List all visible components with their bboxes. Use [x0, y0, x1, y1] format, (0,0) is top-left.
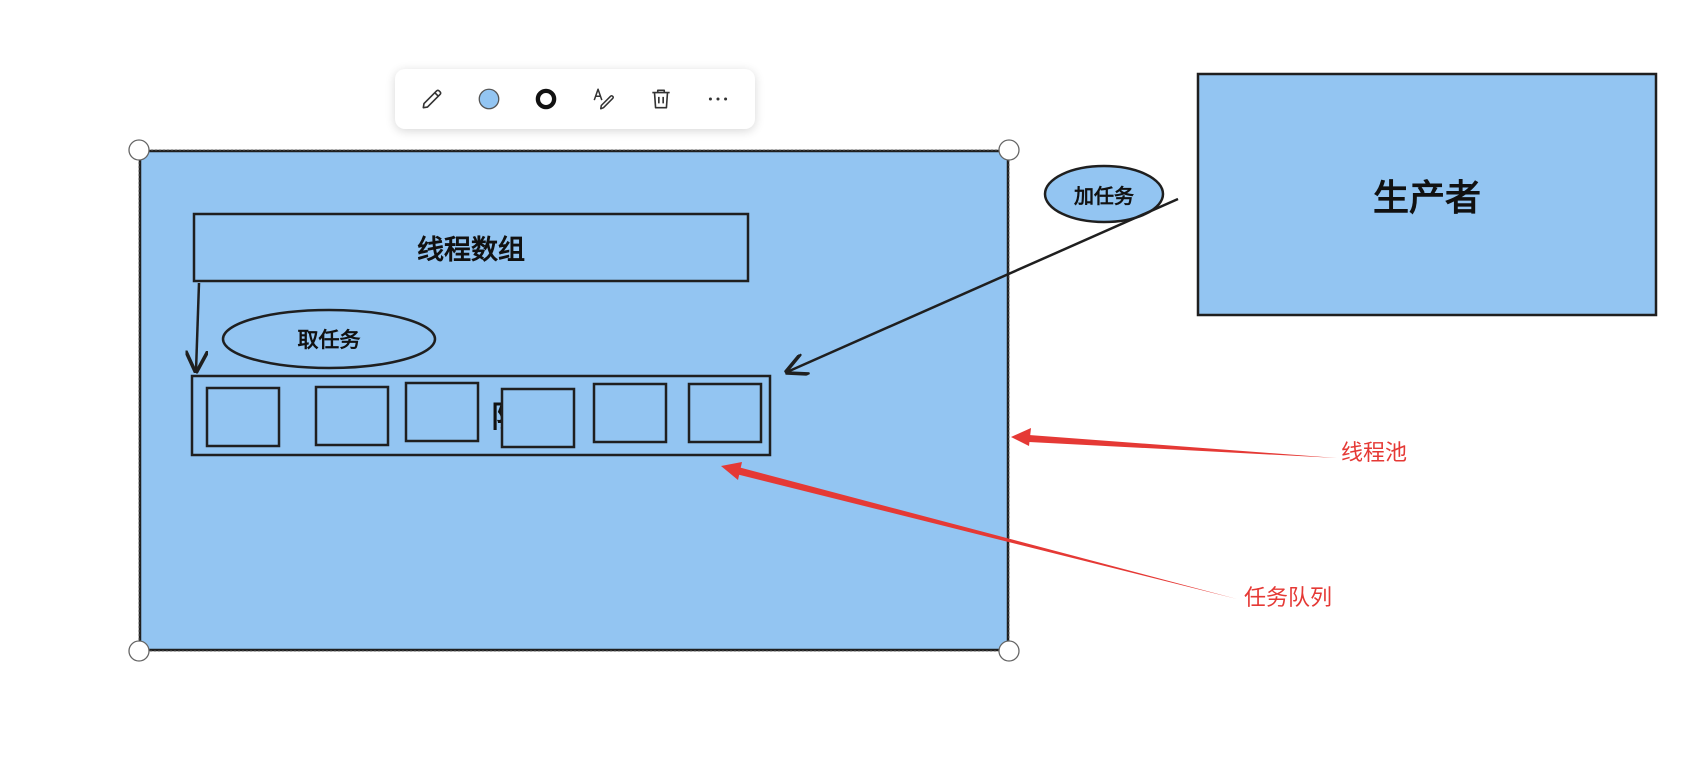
- queue-slot[interactable]: [592, 382, 668, 444]
- trash-icon: [652, 89, 670, 109]
- queue-slot[interactable]: [687, 382, 763, 444]
- task-queue-annotation: 任务队列: [1244, 586, 1333, 611]
- stroke-style-button[interactable]: [524, 77, 568, 121]
- thread-pool-annotation: 线程池: [1341, 441, 1408, 466]
- queue-slot[interactable]: [314, 385, 390, 447]
- text-style-icon: [593, 88, 614, 110]
- add-task-label: 加任务: [1074, 183, 1134, 208]
- resize-handle-top-left[interactable]: [128, 139, 150, 161]
- more-options-icon: [709, 97, 728, 101]
- resize-handle-top-right[interactable]: [998, 139, 1020, 161]
- fill-color-icon: [478, 88, 500, 110]
- thread-array-label: 线程数组: [417, 235, 525, 266]
- more-options-button[interactable]: [696, 77, 740, 121]
- pencil-button[interactable]: [410, 77, 454, 121]
- queue-slot[interactable]: [500, 387, 576, 449]
- text-style-button[interactable]: [582, 77, 626, 121]
- queue-slot[interactable]: [205, 386, 281, 448]
- fill-color-button[interactable]: [467, 77, 511, 121]
- thread-pool-annotation-arrowhead: [1011, 428, 1031, 446]
- thread-pool-annotation-arrow-shaft[interactable]: [1029, 435, 1337, 458]
- stroke-style-icon: [536, 88, 557, 110]
- resize-handle-bottom-right[interactable]: [998, 640, 1020, 662]
- resize-handle-bottom-left[interactable]: [128, 640, 150, 662]
- pencil-icon: [422, 89, 442, 109]
- producer-label: 生产者: [1372, 178, 1481, 219]
- delete-button[interactable]: [639, 77, 683, 121]
- floating-toolbar: [395, 69, 755, 129]
- diagram-canvas[interactable]: 队: [0, 0, 1681, 770]
- queue-slot[interactable]: [404, 381, 480, 443]
- take-task-label: 取任务: [297, 328, 361, 352]
